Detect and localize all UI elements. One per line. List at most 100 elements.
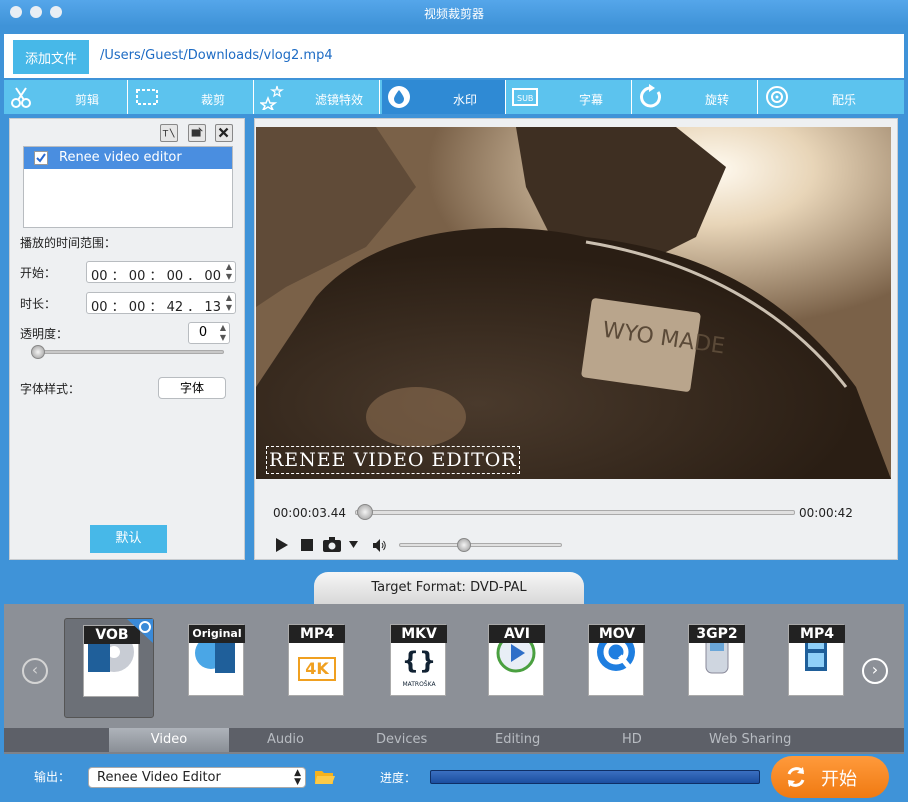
format-item-avi[interactable]: AVI [470,618,560,718]
format-section: Target Format: DVD-PAL ‹ VOB Original MP… [0,570,908,802]
svg-text:T: T [162,130,169,140]
stepper-icon[interactable]: ▲ ▼ [217,323,229,343]
stepper-icon[interactable]: ▲ ▼ [223,262,235,282]
subtitle-film-icon: SUB [512,88,538,106]
format-name: MOV [589,625,645,643]
format-item-mp4-4k[interactable]: MP4 4K [270,618,360,718]
folder-icon[interactable] [315,769,335,784]
mp4-4k-format-icon: MP4 4K [288,624,345,696]
font-button[interactable]: 字体 [158,377,226,399]
svg-text:SUB: SUB [517,94,533,103]
format-name: AVI [489,625,545,643]
image-watermark-icon [191,127,203,137]
watermark-item-label: Renee video editor [59,150,182,165]
format-item-vob[interactable]: VOB [64,618,154,718]
category-audio[interactable]: Audio [267,732,304,747]
output-select[interactable]: Renee Video Editor ▲ ▼ [88,767,306,788]
tab-label: 剪辑 [74,93,99,107]
music-icon [766,86,788,108]
preview-panel: WYO MADE RENEE VIDEO EDITOR 00:00:03.44 … [254,118,898,560]
start-button-label: 开始 [821,769,857,790]
title-bar: 视频裁剪器 [0,0,908,26]
watermark-settings-panel: T Renee video editor 播放的时间范围： 开始： 00 ： 0… [9,118,245,560]
time-range-label: 播放的时间范围： [20,236,117,250]
format-item-original[interactable]: Original [170,618,260,718]
format-item-mkv[interactable]: MKV {} MATROŠKA [372,618,462,718]
watermark-overlay-text[interactable]: RENEE VIDEO EDITOR [266,446,520,474]
tab-music[interactable]: 配乐 [760,80,884,114]
start-time-field[interactable]: 00 ： 00 ： 00 ． 00 ▲ ▼ [86,261,236,284]
gear-icon[interactable] [127,619,153,643]
default-button[interactable]: 默认 [90,525,167,553]
current-time: 00:00:03.44 [273,506,346,520]
tab-label: 配乐 [831,93,856,107]
stepper-icon[interactable]: ▲ ▼ [223,293,235,313]
target-format-header[interactable]: Target Format: DVD-PAL [314,572,584,604]
tab-cut[interactable]: 剪辑 [4,80,128,114]
tool-tabs: 剪辑 裁剪 滤镜特效 水印 SUB 字幕 旋转 配乐 [4,80,904,114]
format-name: MKV [391,625,447,643]
scissors-icon [11,87,31,108]
file-bar: 添加文件 /Users/Guest/Downloads/vlog2.mp4 [4,34,904,78]
volume-knob[interactable] [457,538,472,552]
opacity-field[interactable]: 0 ▲ ▼ [188,322,230,344]
duration-field[interactable]: 00 ： 00 ： 42 ． 13 ▲ ▼ [86,292,236,315]
opacity-label: 透明度： [20,327,69,341]
total-time: 00:00:42 [799,506,853,520]
braces-icon: {} [401,647,437,675]
volume-icon[interactable] [373,539,387,552]
video-frame-image: WYO MADE [256,127,891,479]
format-name: MP4 [789,625,845,643]
start-button[interactable]: 开始 [771,756,889,798]
format-item-mov[interactable]: MOV [570,618,660,718]
add-file-button[interactable]: 添加文件 [13,40,89,74]
category-hd[interactable]: HD [622,732,642,747]
original-format-icon: Original [188,624,245,696]
tab-subtitle[interactable]: SUB 字幕 [508,80,632,114]
tab-label: 字幕 [578,93,603,107]
progress-bar [430,770,760,784]
add-image-watermark-button[interactable] [188,124,206,142]
category-video[interactable]: Video [109,728,229,752]
format-item-3gp2[interactable]: 3GP2 [670,618,760,718]
checkbox-checked-icon[interactable] [34,151,48,165]
seek-knob[interactable] [356,504,373,520]
tab-rotate[interactable]: 旋转 [634,80,758,114]
duration-label: 时长： [20,297,57,311]
chevron-right-icon[interactable]: › [862,658,888,684]
chevron-left-icon[interactable]: ‹ [22,658,48,684]
add-text-watermark-button[interactable]: T [160,124,178,142]
format-bar: ‹ VOB Original MP4 4K MKV {} MATROŠKA AVI [4,604,904,754]
list-item[interactable]: Renee video editor [24,147,232,169]
3gp2-format-icon: 3GP2 [688,624,745,696]
delete-watermark-button[interactable] [215,124,233,142]
camera-icon[interactable] [323,537,343,552]
category-editing[interactable]: Editing [495,732,540,747]
tab-filters[interactable]: 滤镜特效 [256,80,380,114]
play-icon[interactable] [275,538,289,552]
chevron-down-icon[interactable] [349,541,358,548]
font-style-label: 字体样式： [20,382,81,396]
rotate-icon [640,84,661,108]
tab-crop[interactable]: 裁剪 [130,80,254,114]
output-label: 输出： [34,770,71,784]
category-web-sharing[interactable]: Web Sharing [709,732,791,747]
start-time-value: 00 ： 00 ： 00 ． 00 [91,269,221,284]
stop-icon[interactable] [301,539,313,551]
format-sub-label: 4K [298,657,336,681]
format-name: 3GP2 [689,625,745,643]
tab-label: 滤镜特效 [314,93,363,107]
format-list: ‹ VOB Original MP4 4K MKV {} MATROŠKA AVI [4,604,904,728]
tab-label: 裁剪 [200,93,225,107]
volume-slider[interactable] [399,543,562,547]
opacity-slider[interactable] [34,350,224,354]
crop-icon [136,89,158,105]
mp4-format-icon: MP4 [788,624,845,696]
start-label: 开始： [20,266,57,280]
category-devices[interactable]: Devices [376,732,427,747]
opacity-slider-knob[interactable] [31,345,45,359]
format-sub-label: MATROŠKA [402,681,436,688]
seek-bar[interactable] [355,510,795,515]
tab-watermark[interactable]: 水印 [382,80,506,114]
format-item-mp4[interactable]: MP4 [770,618,860,718]
